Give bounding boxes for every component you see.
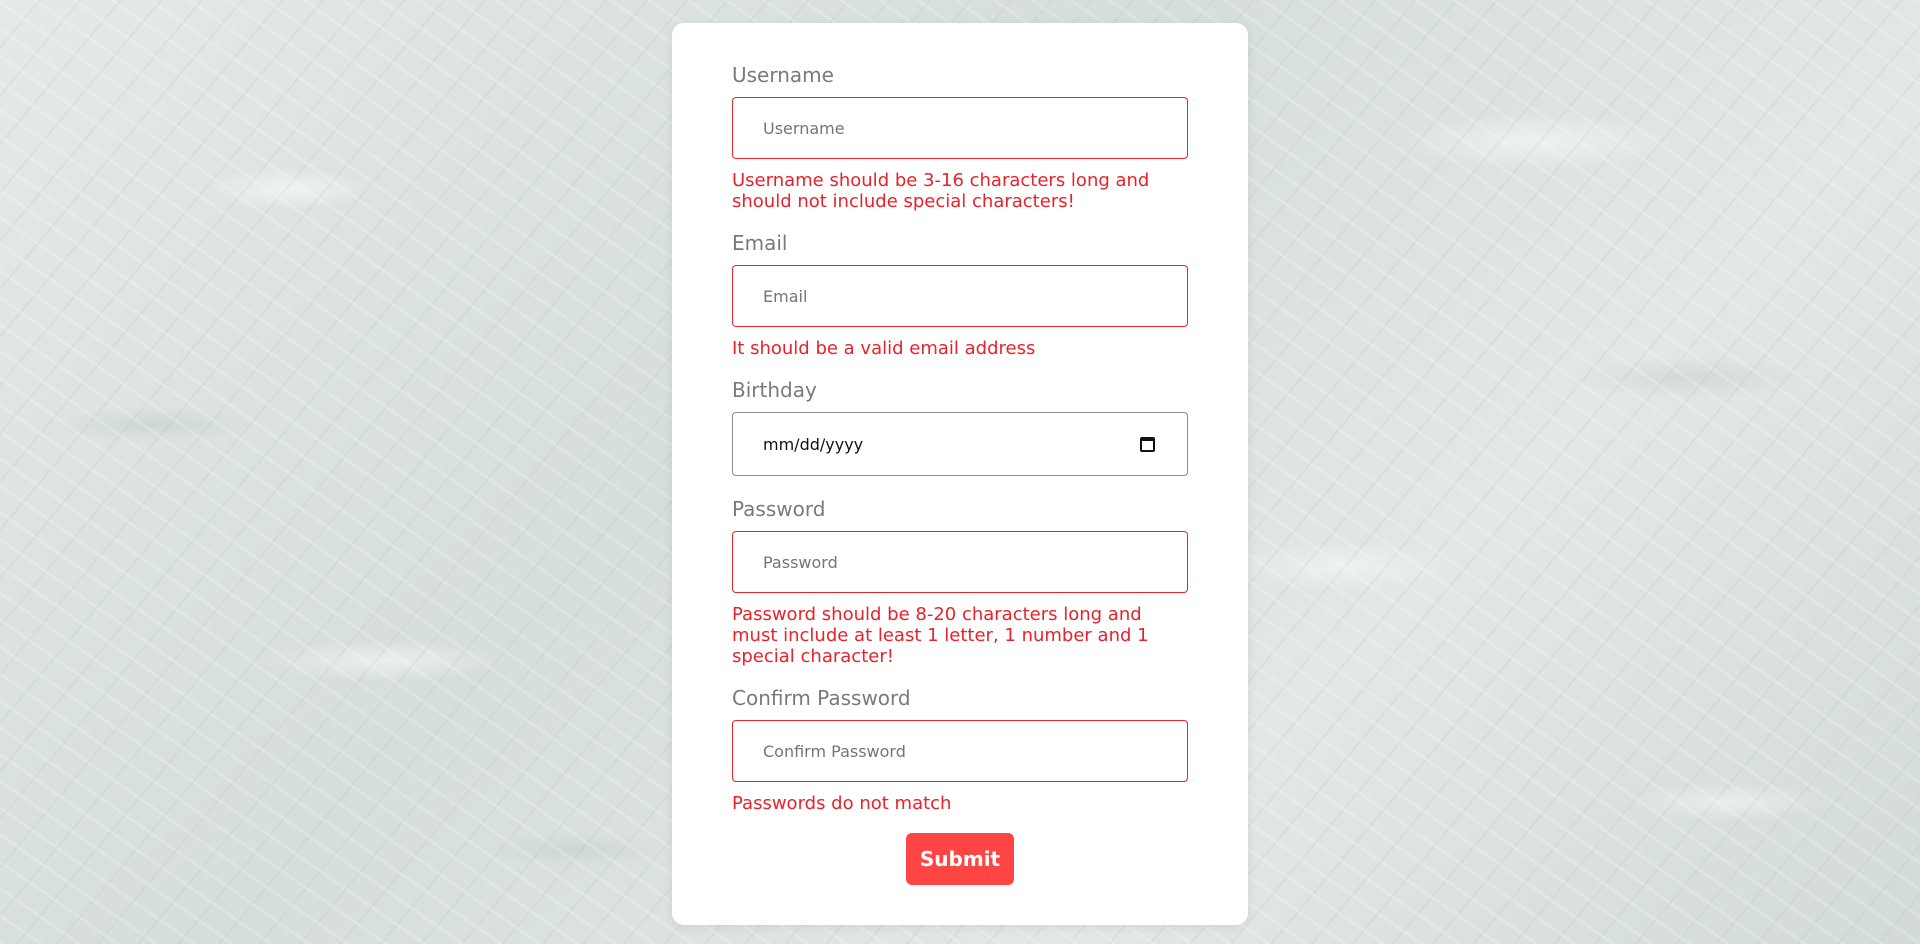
username-error: Username should be 3-16 characters long … — [732, 170, 1150, 212]
email-error: It should be a valid email address — [732, 338, 1036, 359]
password-label: Password — [732, 497, 826, 521]
confirm-password-field-group: Confirm Password Confirm Password Passwo… — [732, 686, 1188, 814]
confirm-password-input[interactable]: Confirm Password — [732, 720, 1188, 782]
confirm-password-placeholder: Confirm Password — [763, 741, 906, 761]
confirm-password-label: Confirm Password — [732, 686, 911, 710]
password-placeholder: Password — [763, 552, 838, 572]
username-placeholder: Username — [763, 118, 845, 138]
email-label: Email — [732, 231, 788, 255]
username-input[interactable]: Username — [732, 97, 1188, 159]
registration-form-card: Username Username Username should be 3-1… — [672, 23, 1248, 925]
password-error: Password should be 8-20 characters long … — [732, 604, 1149, 667]
submit-button[interactable]: Submit — [906, 833, 1014, 885]
password-field-group: Password Password Password should be 8-2… — [732, 497, 1188, 667]
username-label: Username — [732, 63, 834, 87]
birthday-field-group: Birthday mm/dd/yyyy — [732, 378, 1188, 476]
username-field-group: Username Username Username should be 3-1… — [732, 63, 1188, 212]
email-field-group: Email Email It should be a valid email a… — [732, 231, 1188, 359]
birthday-placeholder: mm/dd/yyyy — [763, 434, 864, 454]
birthday-label: Birthday — [732, 378, 817, 402]
calendar-icon[interactable] — [1140, 436, 1155, 452]
confirm-password-error: Passwords do not match — [732, 793, 952, 814]
email-input[interactable]: Email — [732, 265, 1188, 327]
birthday-date-input[interactable]: mm/dd/yyyy — [732, 412, 1188, 476]
password-input[interactable]: Password — [732, 531, 1188, 593]
email-placeholder: Email — [763, 286, 808, 306]
